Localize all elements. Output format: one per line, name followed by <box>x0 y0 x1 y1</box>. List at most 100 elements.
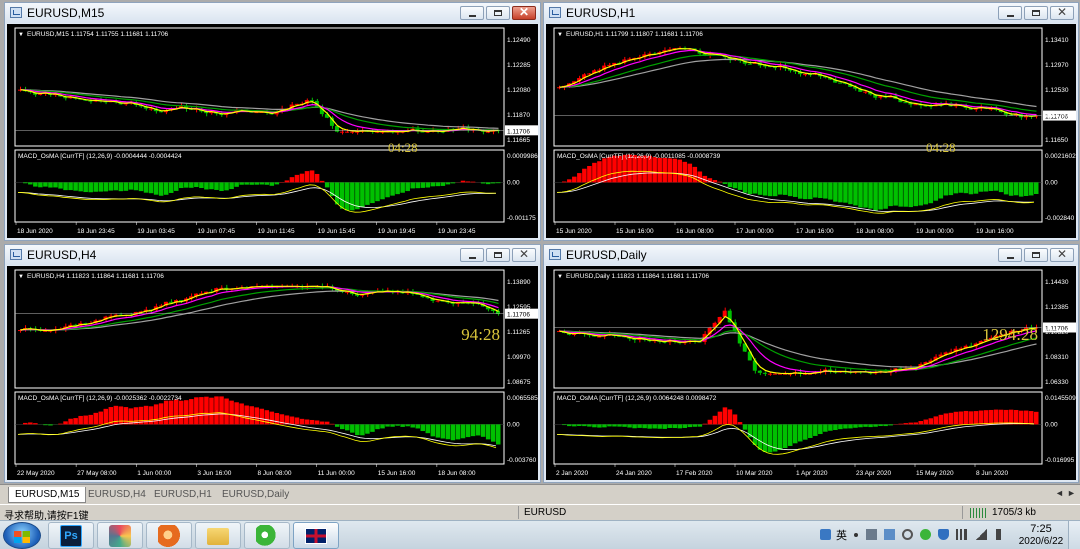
minimize-button[interactable] <box>998 248 1022 262</box>
scroll-right-icon[interactable]: ► <box>1067 488 1076 498</box>
wechat-tray-icon[interactable] <box>920 529 931 540</box>
time-axis-label: 1 Apr 2020 <box>796 470 828 477</box>
network-icon[interactable] <box>956 529 967 540</box>
clock-date[interactable]: 2020/6/22 <box>1012 536 1070 547</box>
price-chart[interactable]: 1.117061.144301.123851.103201.083101.063… <box>546 266 1078 482</box>
maximize-button[interactable] <box>1024 248 1048 262</box>
tab-eurusd-h4[interactable]: EURUSD,H4 <box>82 487 152 503</box>
chart-window-icon <box>10 7 22 18</box>
close-button[interactable]: ✕ <box>1050 5 1074 20</box>
keyboard-icon[interactable] <box>866 529 877 540</box>
macd-histogram-bar <box>38 182 43 188</box>
price-axis-label: 1.12595 <box>507 304 531 311</box>
macd-histogram-bar <box>229 400 234 425</box>
price-axis-label: 1.12385 <box>1045 304 1069 311</box>
macd-histogram-bar <box>430 424 436 437</box>
minimize-button[interactable] <box>460 248 484 262</box>
price-axis-label: 1.11265 <box>507 329 530 336</box>
macd-histogram-bar <box>244 405 249 425</box>
window-titlebar[interactable]: EURUSD,Daily ✕ <box>544 245 1078 265</box>
maximize-button[interactable] <box>1024 6 1048 20</box>
maximize-button[interactable] <box>486 6 510 20</box>
candle-body <box>903 102 908 104</box>
scroll-left-icon[interactable]: ◄ <box>1055 488 1064 498</box>
photoshop-icon: Ps <box>60 525 82 547</box>
candle-body <box>757 370 762 373</box>
macd-histogram-bar <box>582 168 587 183</box>
macd-histogram-bar <box>662 424 667 429</box>
taskbar-app-wechat[interactable] <box>244 522 290 549</box>
candle-body <box>838 82 843 84</box>
macd-histogram-bar <box>637 424 642 428</box>
taskbar-app-paint[interactable] <box>97 522 143 549</box>
close-button[interactable]: ✕ <box>1050 247 1074 262</box>
taskbar-app-mt4[interactable] <box>293 522 339 549</box>
price-chart[interactable]: 1.11706 1.12490 1.12285 1.12080 1.11870 1.116… <box>7 24 540 240</box>
mt4-workspace: EURUSD,M15 ✕ 1.11706 1.12490 1.12285 1.1208… <box>0 0 1080 549</box>
chart-canvas[interactable]: 1.11706 1.14430 1.12385 1.10320 1.08310 1.063… <box>546 266 1076 480</box>
window-titlebar[interactable]: EURUSD,M15 ✕ <box>5 3 540 23</box>
macd-histogram-bar <box>667 424 672 428</box>
macd-histogram-bar <box>777 424 783 450</box>
time-axis-label: 19 Jun 00:00 <box>916 228 954 235</box>
taskbar-app-photoshop[interactable]: Ps <box>48 522 94 549</box>
taskbar-app-browser[interactable] <box>146 522 192 549</box>
macd-histogram-bar <box>470 181 476 183</box>
dropdown-icon: ▼ <box>18 32 24 38</box>
network-signal-icon[interactable] <box>976 529 987 540</box>
chart-canvas[interactable]: 1.11706 1.13890 1.12595 1.11265 1.09970 1.086… <box>7 266 538 480</box>
tab-eurusd-m15[interactable]: EURUSD,M15 <box>8 487 87 503</box>
tray-language[interactable]: 英 <box>836 527 847 543</box>
macd-histogram-bar <box>400 424 405 427</box>
time-axis-label: 19 Jun 19:45 <box>378 228 416 235</box>
time-axis-label: 8 Jun 08:00 <box>258 470 292 477</box>
macd-histogram-bar <box>28 422 33 425</box>
settings-icon[interactable] <box>902 529 913 540</box>
macd-histogram-bar <box>787 424 793 446</box>
macd-histogram-bar <box>692 424 698 427</box>
minimize-button[interactable] <box>998 6 1022 20</box>
macd-histogram-bar <box>1033 182 1039 194</box>
minimize-icon <box>469 15 476 17</box>
paint-icon <box>109 525 131 547</box>
close-button[interactable]: ✕ <box>512 5 536 20</box>
macd-histogram-bar <box>993 182 999 191</box>
close-button[interactable]: ✕ <box>512 247 536 262</box>
minimize-button[interactable] <box>460 6 484 20</box>
show-desktop-button[interactable] <box>1068 521 1080 549</box>
macd-histogram-bar <box>567 424 572 427</box>
chart-canvas[interactable]: 1.11706 1.12490 1.12285 1.12080 1.11870 1.116… <box>7 24 538 238</box>
chart-canvas[interactable]: 1.11706 1.13410 1.12970 1.12530 1.12090 1.116… <box>546 24 1076 238</box>
chart-window-h1[interactable]: EURUSD,H1 ✕ 1.11706 1.13410 1.12970 1.12530… <box>543 2 1079 241</box>
window-titlebar[interactable]: EURUSD,H1 ✕ <box>544 3 1078 23</box>
shield-icon[interactable] <box>938 529 949 540</box>
macd-histogram-bar <box>98 411 104 425</box>
macd-histogram-bar <box>385 424 390 427</box>
chart-window-daily[interactable]: EURUSD,Daily ✕ 1.11706 1.14430 1.12385 1.10… <box>543 244 1079 483</box>
clock-time[interactable]: 7:25 <box>1020 523 1062 535</box>
price-chart[interactable]: 1.11706 1.13890 1.12595 1.11265 1.09970 1.086… <box>7 266 540 482</box>
taskbar-app-explorer[interactable] <box>195 522 241 549</box>
macd-histogram-bar <box>324 182 330 188</box>
macd-histogram-bar <box>868 424 873 428</box>
chart-window-m15[interactable]: EURUSD,M15 ✕ 1.11706 1.12490 1.12285 1.1208… <box>4 2 541 241</box>
macd-histogram-bar <box>209 182 214 190</box>
ime-icon[interactable] <box>820 529 831 540</box>
macd-histogram-bar <box>918 182 924 206</box>
macd-histogram-bar <box>973 411 979 425</box>
volume-icon[interactable] <box>996 529 1007 540</box>
tab-eurusd-h1[interactable]: EURUSD,H1 <box>148 487 218 503</box>
macd-histogram-bar <box>68 418 73 425</box>
start-button[interactable] <box>3 522 41 549</box>
maximize-button[interactable] <box>486 248 510 262</box>
chart-window-h4[interactable]: EURUSD,H4 ✕ 1.11706 1.13890 1.12595 1.11265… <box>4 244 541 483</box>
window-titlebar[interactable]: EURUSD,H4 ✕ <box>5 245 540 265</box>
monitor-icon[interactable] <box>884 529 895 540</box>
tab-eurusd-daily[interactable]: EURUSD,Daily <box>216 487 295 503</box>
macd-histogram-bar <box>818 182 823 199</box>
close-icon: ✕ <box>518 5 530 19</box>
macd-histogram-bar <box>577 173 582 183</box>
macd-histogram-bar <box>808 424 813 438</box>
price-chart[interactable]: 1.117061.134101.129701.125301.120901.116… <box>546 24 1078 240</box>
price-axis-label: 1.12490 <box>507 37 531 44</box>
